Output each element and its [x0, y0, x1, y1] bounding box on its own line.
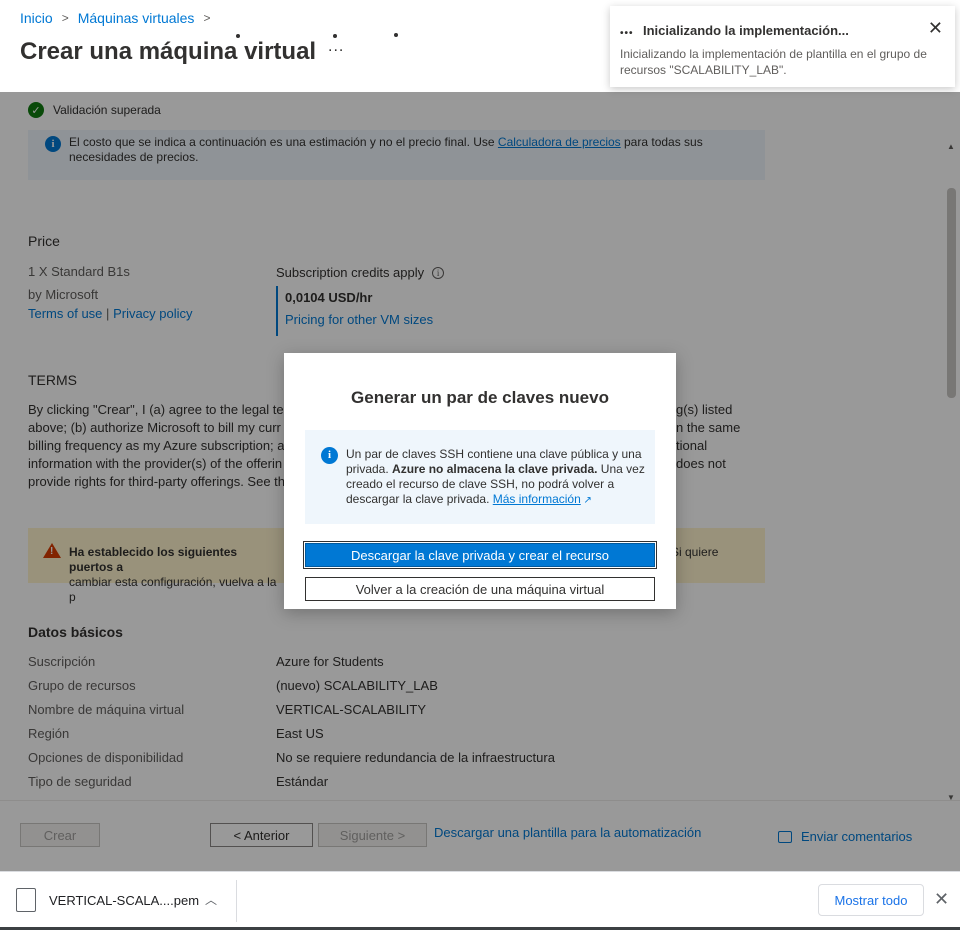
divider — [236, 880, 237, 922]
dialog-info-box: i Un par de claves SSH contiene una clav… — [305, 430, 655, 524]
generate-key-pair-dialog: Generar un par de claves nuevo i Un par … — [284, 353, 676, 609]
file-icon — [16, 888, 36, 912]
breadcrumb-home[interactable]: Inicio — [20, 10, 53, 26]
external-link-icon: ↗ — [580, 495, 592, 506]
notification-body: Inicializando la implementación de plant… — [620, 47, 927, 77]
chevron-right-icon: > — [61, 11, 69, 25]
show-all-button[interactable]: Mostrar todo — [818, 884, 924, 916]
more-options-button[interactable]: ... — [328, 38, 344, 56]
dialog-title: Generar un par de claves nuevo — [351, 388, 609, 407]
chevron-up-icon[interactable]: ︿ — [205, 891, 217, 908]
chevron-right-icon: > — [203, 11, 211, 25]
info-icon: i — [321, 447, 338, 464]
download-key-create-button[interactable]: Descargar la clave privada y crear el re… — [303, 541, 657, 569]
more-info-link[interactable]: Más información — [493, 492, 581, 506]
download-bar: VERTICAL-SCALA....pem ︿ Mostrar todo ✕ — [0, 871, 960, 930]
notification-title: Inicializando la implementación... — [643, 23, 849, 38]
deployment-notification: ••• Inicializando la implementación... ✕… — [610, 6, 955, 87]
breadcrumb-virtual-machines[interactable]: Máquinas virtuales — [78, 10, 195, 26]
close-icon[interactable]: ✕ — [934, 889, 949, 910]
dialog-info-text: Un par de claves SSH contiene una clave … — [346, 447, 645, 506]
loading-dot — [333, 34, 337, 38]
loading-dot — [394, 33, 398, 37]
page-title: Crear una máquina virtual — [20, 38, 317, 65]
loading-dot — [236, 34, 240, 38]
close-icon[interactable]: ✕ — [928, 18, 943, 39]
download-item[interactable]: VERTICAL-SCALA....pem — [16, 888, 199, 912]
progress-dots-icon: ••• — [620, 28, 634, 39]
back-to-vm-creation-button[interactable]: Volver a la creación de una máquina virt… — [305, 577, 655, 601]
breadcrumb: Inicio > Máquinas virtuales > — [20, 10, 219, 26]
download-filename: VERTICAL-SCALA....pem — [49, 892, 200, 908]
